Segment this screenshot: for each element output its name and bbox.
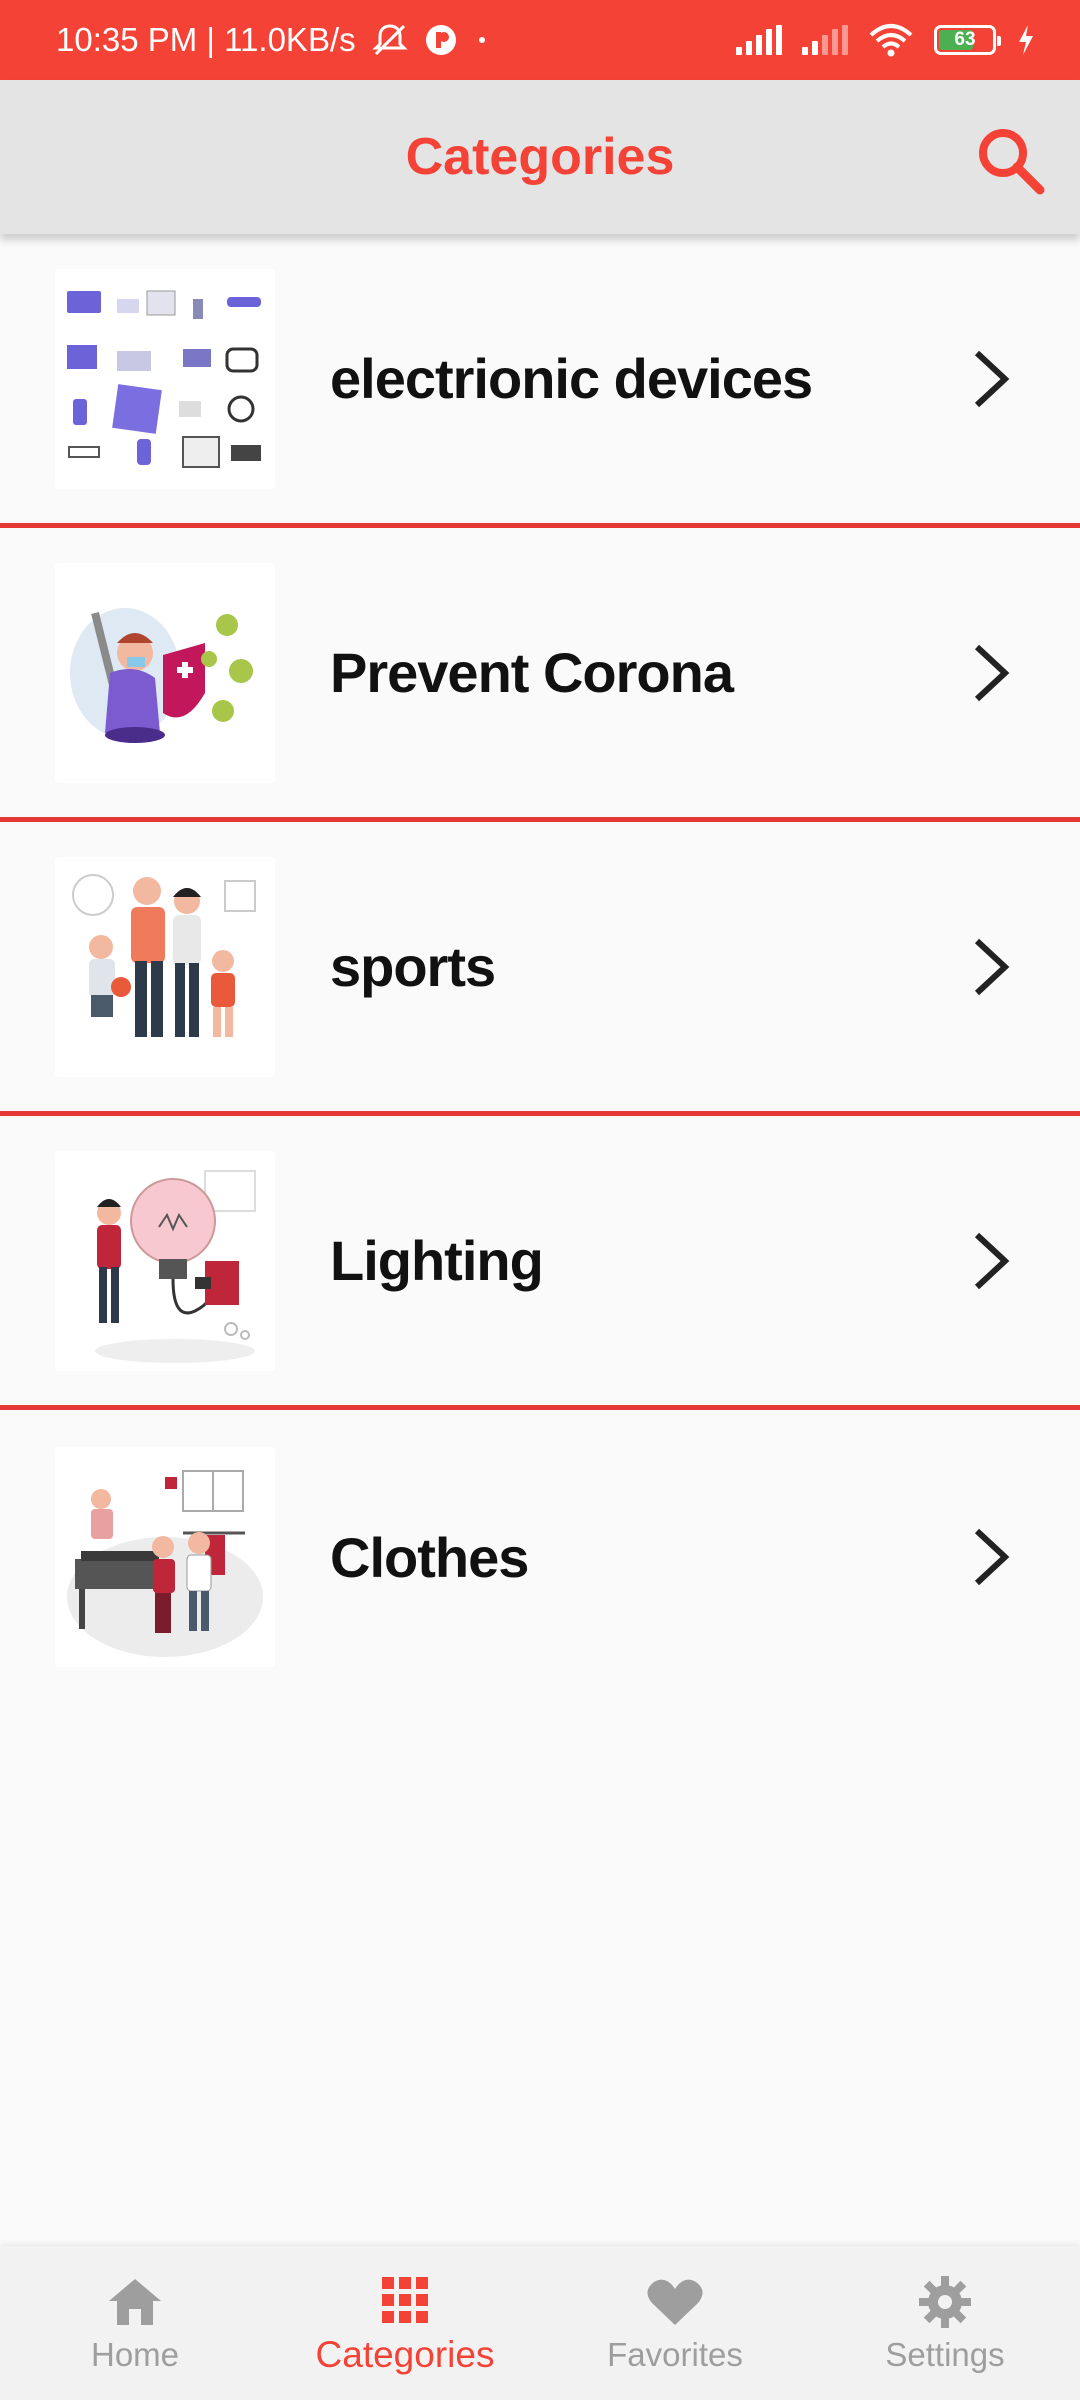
bottom-navigation: Home Categories Favorites Settings — [0, 2246, 1080, 2400]
category-label: Prevent Corona — [330, 641, 734, 704]
chevron-right-icon — [974, 1528, 1010, 1586]
app-bar: Categories — [0, 80, 1080, 234]
search-icon — [979, 129, 1045, 195]
lighting-bulb-illustration — [55, 1150, 275, 1371]
sports-family-illustration — [55, 856, 275, 1077]
category-label: Clothes — [330, 1525, 529, 1589]
nav-label: Categories — [315, 2334, 495, 2375]
category-row-clothes[interactable]: Clothes — [0, 1410, 1080, 1704]
dot-icon — [478, 37, 485, 43]
wifi-icon — [869, 24, 913, 57]
chevron-right-icon — [974, 644, 1010, 701]
nav-item-home[interactable]: Home — [0, 2246, 270, 2400]
app-notification-icon — [425, 25, 456, 55]
nav-item-settings[interactable]: Settings — [810, 2246, 1080, 2400]
category-row-sports[interactable]: sports — [0, 822, 1080, 1116]
chevron-right-icon — [974, 1232, 1010, 1289]
clothes-shop-illustration — [55, 1447, 275, 1667]
nav-item-favorites[interactable]: Favorites — [540, 2246, 810, 2400]
category-label: sports — [330, 935, 496, 998]
category-row-lighting[interactable]: Lighting — [0, 1116, 1080, 1410]
battery-icon: 63 — [934, 25, 1001, 55]
signal-icon — [736, 25, 782, 55]
chevron-right-icon — [974, 938, 1010, 995]
gear-icon — [915, 2272, 975, 2332]
status-bar: 10:35 PM | 11.0KB/s 63 — [0, 0, 1080, 80]
mute-bell-icon — [372, 24, 408, 56]
status-right: 63 — [736, 23, 1036, 57]
grid-icon — [375, 2270, 435, 2330]
charging-icon — [1019, 25, 1033, 55]
category-row-electronics[interactable]: electrionic devices — [0, 234, 1080, 528]
status-left: 10:35 PM | 11.0KB/s — [56, 21, 492, 59]
nav-label: Favorites — [607, 2336, 743, 2373]
signal-2-icon — [802, 25, 848, 55]
nav-item-categories[interactable]: Categories — [270, 2246, 540, 2400]
status-time-speed: 10:35 PM | 11.0KB/s — [56, 21, 356, 58]
electronic-devices-illustration — [55, 268, 275, 489]
category-label: electrionic devices — [330, 347, 813, 410]
category-label: Lighting — [330, 1229, 544, 1292]
heart-icon — [645, 2272, 705, 2332]
home-icon — [105, 2272, 165, 2332]
nav-label: Home — [90, 2336, 180, 2373]
search-button[interactable] — [970, 120, 1050, 200]
chevron-right-icon — [974, 350, 1010, 407]
category-row-prevent-corona[interactable]: Prevent Corona — [0, 528, 1080, 822]
nav-label: Settings — [885, 2336, 1005, 2373]
battery-level: 63 — [954, 29, 976, 50]
page-title: Categories — [405, 128, 675, 186]
category-list: electrionic devices Prevent Corona sport… — [0, 234, 1080, 1704]
prevent-corona-illustration — [55, 562, 275, 783]
